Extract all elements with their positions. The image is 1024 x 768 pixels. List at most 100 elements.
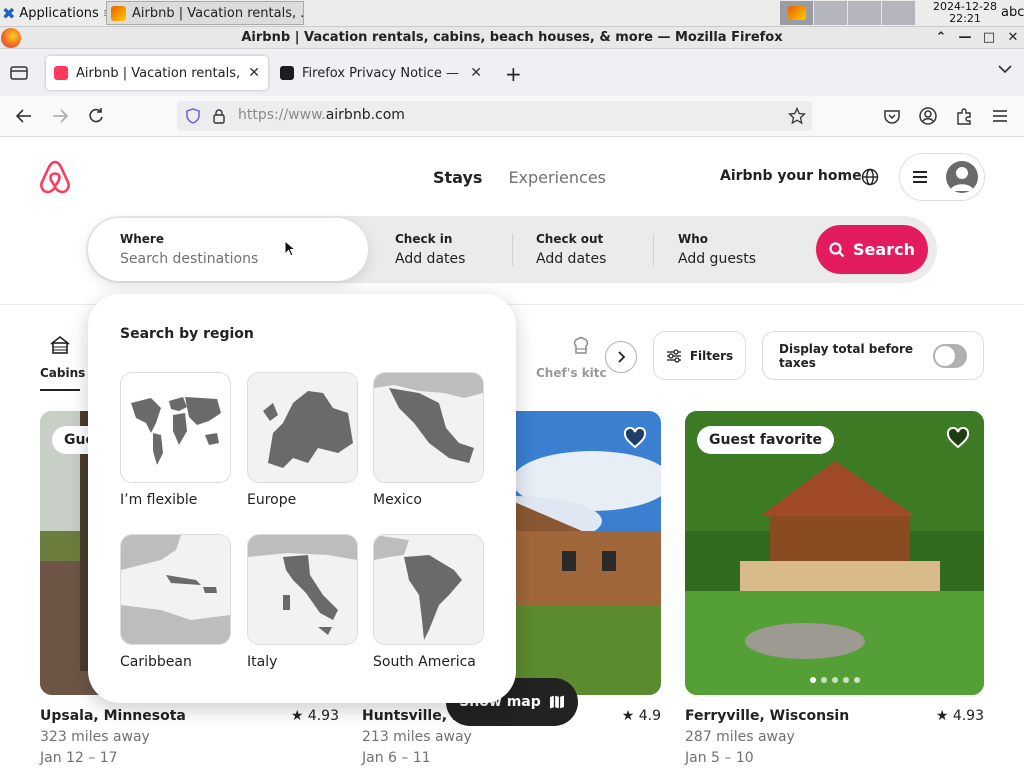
who-value: Add guests <box>678 251 757 267</box>
region-label: Caribbean <box>120 654 192 670</box>
mexico-map-icon <box>374 373 483 482</box>
maximize-icon[interactable]: □ <box>982 27 996 48</box>
close-window-icon[interactable]: ✕ <box>1006 27 1020 48</box>
region-map <box>373 534 484 645</box>
caribbean-map-icon <box>121 535 230 644</box>
minimize-icon[interactable]: — <box>958 27 972 48</box>
tab-bar: Airbnb | Vacation rentals, c ✕ Firefox P… <box>0 49 1024 96</box>
heart-icon[interactable] <box>946 427 970 449</box>
workspace-3[interactable] <box>848 1 882 25</box>
menu-icon <box>913 171 927 183</box>
search-icon <box>829 241 845 257</box>
workspace-1[interactable] <box>780 1 814 25</box>
reload-icon[interactable] <box>86 106 106 126</box>
listing-card[interactable]: Guest favorite Ferryville, Wisconsin ★ 4… <box>685 411 984 766</box>
taxes-label: Display total before taxes <box>779 341 914 370</box>
hamburger-menu-icon[interactable] <box>990 106 1010 126</box>
checkin-field[interactable]: Check in Add dates <box>376 216 511 283</box>
url-bar[interactable]: https://www.airbnb.com <box>177 101 812 131</box>
star-icon: ★ <box>935 708 953 724</box>
region-option-mexico[interactable]: Mexico <box>373 372 484 508</box>
user-menu-button[interactable] <box>899 153 985 201</box>
listing-distance: 287 miles away <box>685 729 795 745</box>
chef-hat-icon <box>573 336 589 354</box>
workspace-2[interactable] <box>814 1 848 25</box>
pocket-icon[interactable] <box>882 106 902 126</box>
applications-label: Applications <box>19 5 99 21</box>
filters-button[interactable]: Filters <box>653 331 746 380</box>
firefox-icon <box>1 28 21 48</box>
region-option-flexible[interactable]: I’m flexible <box>120 372 231 508</box>
list-all-tabs-icon[interactable] <box>998 64 1012 74</box>
url-text: https://www.airbnb.com <box>238 107 405 123</box>
lock-icon[interactable] <box>212 108 226 124</box>
taxes-toggle[interactable] <box>933 343 967 368</box>
clock[interactable]: 2024-12-28 22:21 <box>930 1 1000 25</box>
italy-map-icon <box>248 535 357 644</box>
host-link[interactable]: Airbnb your home <box>720 168 862 184</box>
clock-time: 22:21 <box>949 12 981 25</box>
checkin-label: Check in <box>395 232 453 246</box>
keyboard-layout[interactable]: abc <box>1001 5 1024 20</box>
globe-icon[interactable] <box>860 167 880 187</box>
checkin-value: Add dates <box>395 251 466 267</box>
workspace-4[interactable] <box>882 1 916 25</box>
applications-menu[interactable]: ✖ Applications ≡ <box>2 2 114 24</box>
category-underline <box>40 389 80 391</box>
filters-label: Filters <box>689 348 734 363</box>
tab-firefox-privacy[interactable]: Firefox Privacy Notice — M ✕ <box>272 56 490 90</box>
region-map <box>373 372 484 483</box>
forward-icon[interactable] <box>50 106 70 126</box>
tab-experiences[interactable]: Experiences <box>508 168 606 187</box>
navigation-toolbar: https://www.airbnb.com <box>0 96 1024 137</box>
region-label: South America <box>373 654 476 670</box>
airbnb-logo-icon[interactable] <box>38 159 72 195</box>
account-icon[interactable] <box>918 106 938 126</box>
extensions-icon[interactable] <box>954 106 974 126</box>
search-bar: Where Search destinations Check in Add d… <box>86 216 937 283</box>
user-icon <box>950 167 974 191</box>
listing-distance: 213 miles away <box>362 729 472 745</box>
mouse-cursor-icon <box>284 240 296 257</box>
firefox-view-icon[interactable] <box>8 63 30 83</box>
new-tab-icon[interactable]: + <box>505 62 522 86</box>
where-label: Where <box>120 232 164 246</box>
category-chefs-kitchens[interactable]: Chef's kitch <box>536 333 606 380</box>
region-option-caribbean[interactable]: Caribbean <box>120 534 231 670</box>
bookmark-star-icon[interactable] <box>788 107 806 125</box>
tracking-protection-shield-icon[interactable] <box>185 108 201 124</box>
listing-dates: Jan 6 – 11 <box>362 750 431 766</box>
firefox-privacy-favicon-icon <box>280 66 294 80</box>
tab-stays[interactable]: Stays <box>433 168 482 187</box>
shade-icon[interactable]: ⌃ <box>934 27 948 48</box>
europe-map-icon <box>248 373 357 482</box>
region-option-south-america[interactable]: South America <box>373 534 484 670</box>
who-label: Who <box>678 232 709 246</box>
listing-photo[interactable]: Guest favorite <box>685 411 984 695</box>
search-button[interactable]: Search <box>816 225 928 274</box>
listing-rating: ★ 4.93 <box>935 708 984 724</box>
region-option-europe[interactable]: Europe <box>247 372 358 508</box>
close-tab-icon[interactable]: ✕ <box>248 65 260 81</box>
region-label: Italy <box>247 654 278 670</box>
listing-dates: Jan 5 – 10 <box>685 750 754 766</box>
who-field[interactable]: Who Add guests <box>660 216 810 283</box>
category-cabins[interactable]: Cabins <box>40 333 85 391</box>
region-label: I’m flexible <box>120 492 198 508</box>
close-tab-icon[interactable]: ✕ <box>470 65 482 81</box>
category-next-button[interactable] <box>605 341 637 373</box>
region-label: Europe <box>247 492 297 508</box>
world-map-icon <box>131 397 221 465</box>
region-option-italy[interactable]: Italy <box>247 534 358 670</box>
category-label: Chef's kitch <box>536 366 606 380</box>
taskbar-window-button[interactable]: Airbnb | Vacation rentals, ... <box>106 1 304 25</box>
listing-title: Ferryville, Wisconsin <box>685 708 850 724</box>
where-field[interactable]: Where Search destinations <box>88 218 368 281</box>
where-input[interactable]: Search destinations <box>120 251 258 267</box>
tab-airbnb[interactable]: Airbnb | Vacation rentals, c ✕ <box>46 56 268 90</box>
heart-icon[interactable] <box>623 427 647 449</box>
checkout-field[interactable]: Check out Add dates <box>518 216 653 283</box>
workspace-pager[interactable] <box>780 1 916 25</box>
display-total-toggle-box: Display total before taxes <box>762 331 984 380</box>
back-icon[interactable] <box>14 106 34 126</box>
